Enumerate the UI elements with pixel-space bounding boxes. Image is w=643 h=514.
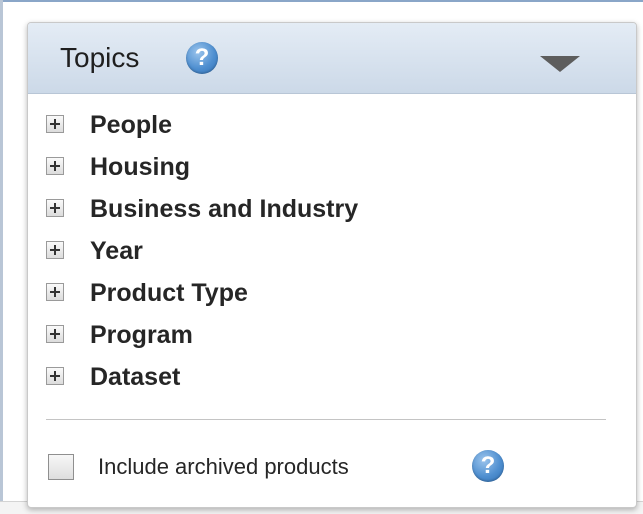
include-archived-label[interactable]: Include archived products [98,452,349,482]
plus-expand-icon[interactable] [46,115,64,133]
topic-label[interactable]: Program [90,319,193,351]
window-frame-left [0,0,3,514]
panel-title: Topics [60,42,140,73]
topics-panel-header[interactable]: Topics ? [28,23,636,94]
collapse-arrow-icon[interactable] [540,56,580,72]
topic-label[interactable]: Year [90,235,143,267]
plus-expand-icon[interactable] [46,283,64,301]
topics-help-icon[interactable]: ? [186,42,218,74]
topic-label[interactable]: People [90,109,172,141]
topic-label[interactable]: Business and Industry [90,193,358,225]
plus-expand-icon[interactable] [46,325,64,343]
topic-label[interactable]: Product Type [90,277,248,309]
topic-label[interactable]: Housing [90,151,190,183]
topic-label[interactable]: Dataset [90,361,180,393]
divider [46,419,606,420]
plus-expand-icon[interactable] [46,241,64,259]
plus-expand-icon[interactable] [46,157,64,175]
archived-help-icon[interactable]: ? [472,450,504,482]
topics-panel: Topics ? People Housing Business and Ind… [27,22,637,508]
include-archived-checkbox[interactable] [48,454,74,480]
window-frame-top [0,0,643,2]
plus-expand-icon[interactable] [46,199,64,217]
plus-expand-icon[interactable] [46,367,64,385]
